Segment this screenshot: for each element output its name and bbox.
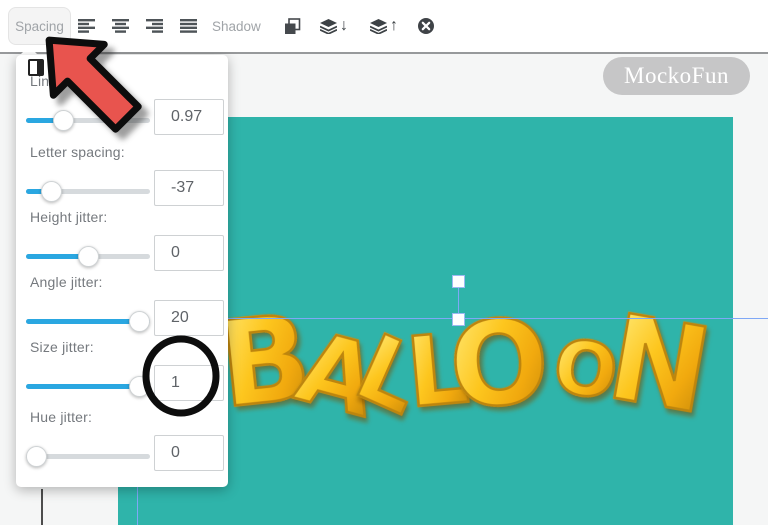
slider-track[interactable] [26, 310, 150, 332]
spacing-button[interactable]: Spacing [8, 7, 71, 45]
slider-label: Line height: [30, 73, 105, 89]
slider-handle[interactable] [78, 246, 99, 267]
text-toolbar: Spacing Shadow ↓ ↑ [0, 0, 768, 52]
slider-section: Hue jitter: [16, 409, 228, 473]
top-middle-resize-handle[interactable] [452, 313, 465, 326]
delete-icon [418, 18, 434, 34]
mockofun-watermark: MockoFun [603, 57, 750, 95]
rotate-handle[interactable] [452, 275, 465, 288]
align-center-icon [111, 19, 129, 33]
justify-button[interactable] [174, 12, 202, 40]
page-edge-line [41, 489, 43, 525]
move-layer-down-button[interactable]: ↓ [312, 12, 356, 40]
shadow-button[interactable]: Shadow [206, 10, 267, 42]
slider-label: Size jitter: [30, 339, 94, 355]
align-right-button[interactable] [140, 12, 168, 40]
slider-value-input[interactable] [154, 99, 224, 135]
slider-handle[interactable] [41, 181, 62, 202]
slider-section: Size jitter: [16, 339, 228, 403]
slider-handle[interactable] [129, 376, 150, 397]
slider-section: Angle jitter: [16, 274, 228, 338]
slider-track[interactable] [26, 180, 150, 202]
slider-label: Hue jitter: [30, 409, 93, 425]
slider-label: Angle jitter: [30, 274, 103, 290]
slider-value-input[interactable] [154, 365, 224, 401]
slider-label: Height jitter: [30, 209, 108, 225]
align-center-button[interactable] [106, 12, 134, 40]
slider-handle[interactable] [26, 446, 47, 467]
slider-value-input[interactable] [154, 300, 224, 336]
slider-track[interactable] [26, 245, 150, 267]
slider-value-input[interactable] [154, 170, 224, 206]
align-right-icon [145, 19, 163, 33]
justify-icon [179, 19, 197, 33]
align-left-button[interactable] [72, 12, 100, 40]
slider-value-input[interactable] [154, 235, 224, 271]
slider-handle[interactable] [129, 311, 150, 332]
delete-button[interactable] [412, 12, 440, 40]
slider-handle[interactable] [53, 110, 74, 131]
duplicate-icon [284, 17, 300, 34]
duplicate-button[interactable] [278, 12, 306, 40]
spacing-panel: Line height: Letter spacing: Height jitt… [16, 55, 228, 487]
slider-label: Letter spacing: [30, 144, 125, 160]
mockofun-watermark-label: MockoFun [624, 63, 729, 88]
move-layer-up-icon: ↑ [370, 18, 398, 34]
move-layer-up-button[interactable]: ↑ [362, 12, 406, 40]
toolbar-divider [0, 52, 768, 54]
slider-value-input[interactable] [154, 435, 224, 471]
move-layer-down-icon: ↓ [320, 18, 348, 34]
slider-section: Line height: [16, 73, 228, 137]
slider-track[interactable] [26, 445, 150, 467]
slider-track[interactable] [26, 109, 150, 131]
slider-section: Height jitter: [16, 209, 228, 273]
slider-track[interactable] [26, 375, 150, 397]
slider-section: Letter spacing: [16, 144, 228, 208]
align-left-icon [77, 19, 95, 33]
